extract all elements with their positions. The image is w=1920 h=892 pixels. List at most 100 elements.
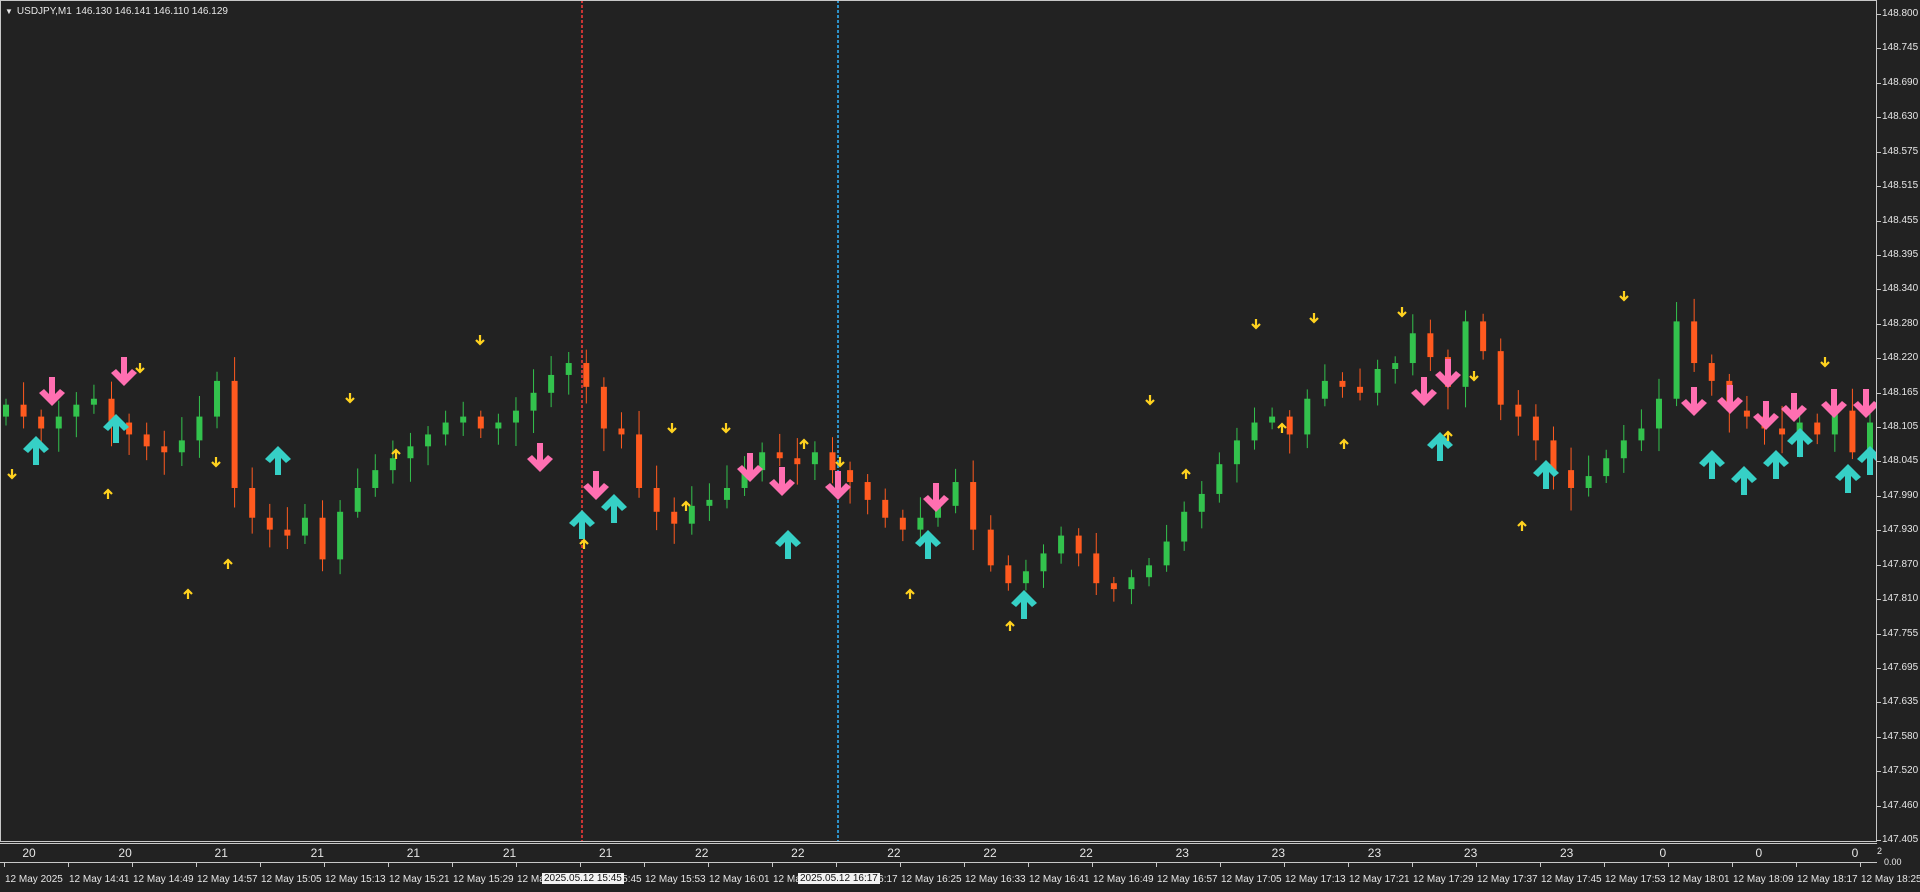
time-tick-label: 12 May 17:13 [1285, 874, 1346, 885]
big-up-arrow-icon [1787, 428, 1813, 457]
price-tick-label: 147.695 [1882, 661, 1919, 673]
price-tick-label: 147.870 [1882, 558, 1919, 570]
price-tick [1877, 14, 1881, 15]
time-tick [580, 863, 581, 867]
candle-body [1022, 571, 1029, 584]
price-tick-label: 148.105 [1882, 421, 1919, 432]
small-up-arrow-icon [103, 488, 113, 499]
candle-body [90, 398, 97, 405]
price-tick [1877, 358, 1881, 360]
candle-body [389, 458, 396, 471]
candle-body [1691, 321, 1698, 364]
price-tick [1877, 771, 1881, 773]
small-down-arrow-icon [135, 363, 145, 374]
price-tick [1877, 392, 1881, 394]
small-down-arrow-icon [1145, 395, 1155, 406]
small-down-arrow-icon [345, 393, 355, 404]
candle-body [266, 517, 273, 530]
candle-body [1427, 333, 1434, 358]
small-down-arrow-icon [667, 423, 677, 434]
candle-body [776, 452, 783, 459]
time-tick [1348, 863, 1349, 867]
time-tick [1604, 863, 1605, 867]
big-up-arrow-icon [1857, 446, 1877, 475]
indicator-number: 21 [214, 846, 228, 860]
price-tick-label: 148.165 [1882, 386, 1919, 398]
indicator-number-strip [0, 843, 1877, 863]
candle-body [618, 428, 625, 435]
time-tick [1156, 863, 1157, 867]
candle-body [829, 452, 836, 471]
small-up-arrow-icon [1181, 468, 1191, 479]
price-chart[interactable] [0, 0, 1877, 842]
time-tick-label: 12 May 18:25 [1861, 874, 1920, 885]
big-up-arrow-icon [103, 414, 129, 443]
candle-body [882, 499, 889, 518]
time-tick [1220, 863, 1221, 867]
price-tick [1877, 289, 1881, 291]
candle-body [1568, 470, 1575, 488]
candle-body [1040, 553, 1047, 572]
time-tick [1284, 863, 1285, 867]
candle-body [1269, 416, 1276, 423]
candle-body [512, 410, 519, 423]
candle-body [847, 470, 854, 483]
symbol-timeframe: USDJPY,M1 [16, 6, 72, 17]
candle-body [688, 505, 695, 524]
candle-body [1673, 321, 1680, 399]
big-up-arrow-icon [1763, 450, 1789, 479]
indicator-number: 20 [22, 846, 36, 860]
indicator-number: 23 [1175, 846, 1189, 860]
price-tick [1877, 186, 1881, 188]
time-tick-label: 12 May 17:37 [1477, 874, 1538, 885]
collapse-triangle-icon[interactable]: ▼ [5, 7, 13, 16]
price-tick-label: 147.520 [1882, 765, 1919, 777]
big-up-arrow-icon [1731, 466, 1757, 495]
candle-body [178, 440, 185, 453]
price-tick [1877, 805, 1881, 807]
ohlc-readout: 146.130 146.141 146.110 146.129 [75, 6, 228, 17]
small-up-arrow-icon [223, 558, 233, 569]
candle-body [970, 482, 977, 530]
candle-body [1462, 321, 1469, 387]
price-tick-label: 147.405 [1882, 834, 1919, 845]
candle-body [20, 404, 27, 417]
price-tick-label: 147.755 [1882, 627, 1919, 639]
candle-body [1321, 380, 1328, 399]
candle-body [1515, 404, 1522, 417]
indicator-number: 22 [695, 846, 709, 860]
time-tick [1476, 863, 1477, 867]
price-tick [1877, 48, 1881, 50]
corner-label-bottom: 0.00 [1884, 857, 1902, 867]
indicator-number: 21 [598, 846, 613, 860]
candle-body [1286, 416, 1293, 435]
price-tick-label: 148.515 [1882, 180, 1919, 192]
candle-body [811, 452, 818, 465]
price-tick [1877, 220, 1881, 222]
small-down-arrow-icon [1397, 307, 1407, 318]
time-tick [388, 863, 389, 867]
price-tick [1877, 254, 1881, 256]
big-down-arrow-icon [1411, 377, 1437, 406]
indicator-number: 0 [1755, 846, 1763, 860]
big-down-arrow-icon [1717, 385, 1743, 414]
small-down-arrow-icon [1469, 371, 1479, 382]
indicator-number: 22 [887, 846, 901, 860]
candle-body [1655, 398, 1662, 429]
price-tick-label: 148.690 [1882, 76, 1919, 88]
big-down-arrow-icon [1435, 359, 1461, 388]
small-down-arrow-icon [1251, 319, 1261, 330]
big-down-arrow-icon [527, 443, 553, 472]
big-down-arrow-icon [39, 377, 65, 406]
small-up-arrow-icon [905, 588, 915, 599]
candle-body [442, 422, 449, 435]
price-tick [1877, 633, 1881, 635]
candle-body [1480, 321, 1487, 352]
candle-body [1163, 541, 1170, 566]
candle-body [73, 404, 80, 417]
big-up-arrow-icon [265, 446, 291, 475]
candle-body [1304, 398, 1311, 435]
time-tick [964, 863, 965, 867]
candle-body [161, 446, 168, 453]
candle-body [1110, 583, 1117, 590]
